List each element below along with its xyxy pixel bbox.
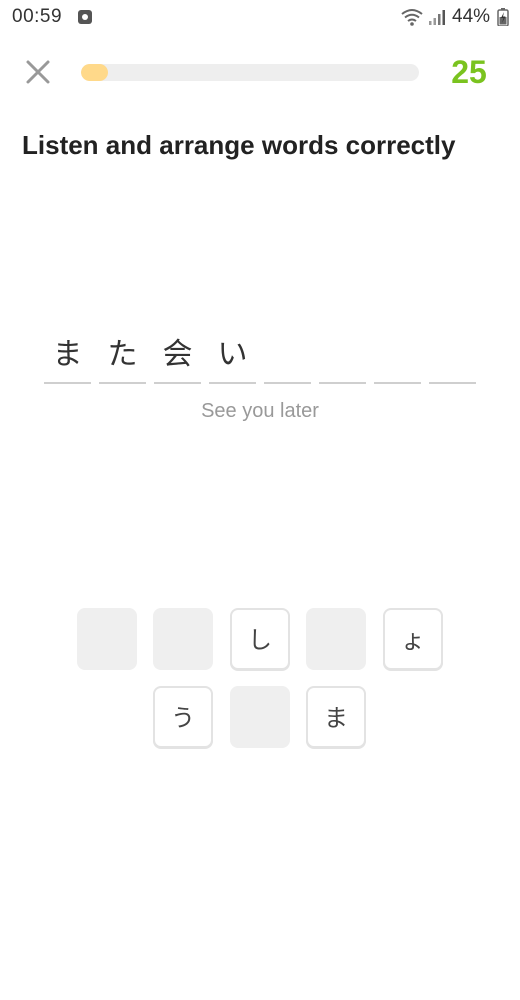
answer-slot[interactable] <box>319 330 366 384</box>
answer-slot[interactable] <box>429 330 476 384</box>
answer-slots: ま た 会 い <box>44 330 484 384</box>
word-tile[interactable]: う <box>153 686 213 748</box>
wifi-icon <box>400 8 424 31</box>
word-tile-used <box>77 608 137 670</box>
signal-icon <box>428 9 446 30</box>
progress-fill <box>81 64 109 81</box>
close-icon <box>26 60 50 84</box>
progress-bar <box>81 64 419 81</box>
word-tile-used <box>153 608 213 670</box>
answer-slot[interactable]: い <box>209 330 256 384</box>
score-counter: 25 <box>451 54 487 90</box>
word-tile-used <box>306 608 366 670</box>
instruction-text: Listen and arrange words correctly <box>22 130 456 160</box>
word-tile-used <box>230 686 290 748</box>
word-tile[interactable]: ま <box>306 686 366 748</box>
status-bar: 00:59 44% <box>0 0 520 36</box>
answer-slot[interactable]: た <box>99 330 146 384</box>
app-notification-icon <box>78 10 92 24</box>
word-tile[interactable]: し <box>230 608 290 670</box>
battery-charging-icon <box>497 8 509 31</box>
word-tile[interactable]: ょ <box>383 608 443 670</box>
answer-slot[interactable]: ま <box>44 330 91 384</box>
status-time: 00:59 <box>12 6 63 27</box>
answer-slot[interactable] <box>374 330 421 384</box>
close-button[interactable] <box>22 56 54 88</box>
translation-text: See you later <box>201 400 319 422</box>
battery-percent: 44% <box>452 6 491 27</box>
answer-slot[interactable] <box>264 330 311 384</box>
answer-slot[interactable]: 会 <box>154 330 201 384</box>
